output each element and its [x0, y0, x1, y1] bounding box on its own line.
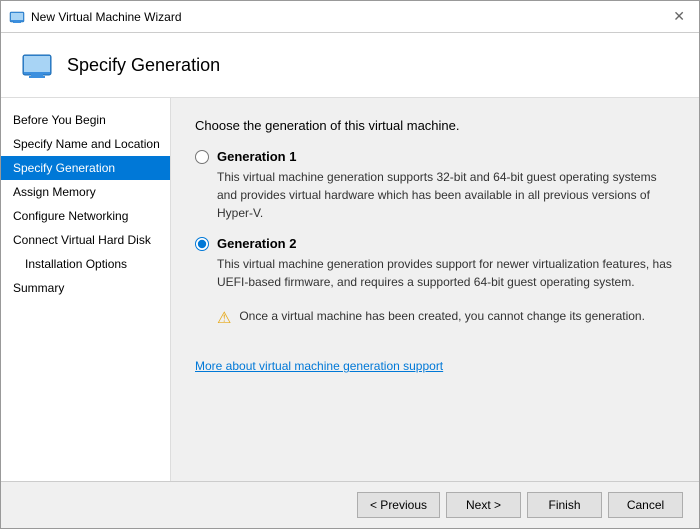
warning-icon: ⚠	[217, 308, 231, 328]
sidebar-item-summary[interactable]: Summary	[1, 276, 170, 300]
link-section: More about virtual machine generation su…	[195, 358, 675, 373]
header-icon	[21, 49, 53, 81]
window-title: New Virtual Machine Wizard	[31, 10, 182, 24]
generation2-radio[interactable]	[195, 237, 209, 251]
sidebar-item-specify-name[interactable]: Specify Name and Location	[1, 132, 170, 156]
wizard-header: Specify Generation	[1, 33, 699, 98]
footer: < Previous Next > Finish Cancel	[1, 481, 699, 528]
previous-button[interactable]: < Previous	[357, 492, 440, 518]
close-button[interactable]: ✕	[667, 6, 691, 27]
more-info-link[interactable]: More about virtual machine generation su…	[195, 359, 443, 373]
cancel-button[interactable]: Cancel	[608, 492, 683, 518]
generation2-label[interactable]: Generation 2	[217, 236, 296, 251]
sidebar: Before You BeginSpecify Name and Locatio…	[1, 98, 171, 481]
window-icon	[9, 9, 25, 25]
title-bar-left: New Virtual Machine Wizard	[9, 9, 182, 25]
sidebar-item-before-you-begin[interactable]: Before You Begin	[1, 108, 170, 132]
main-window: New Virtual Machine Wizard ✕ Specify Gen…	[0, 0, 700, 529]
warning-box: ⚠ Once a virtual machine has been create…	[217, 301, 675, 334]
generation2-option: Generation 2 This virtual machine genera…	[195, 236, 675, 334]
sidebar-item-assign-memory[interactable]: Assign Memory	[1, 180, 170, 204]
generation2-description: This virtual machine generation provides…	[217, 255, 675, 291]
next-button[interactable]: Next >	[446, 492, 521, 518]
content-intro: Choose the generation of this virtual ma…	[195, 118, 675, 133]
generation1-description: This virtual machine generation supports…	[217, 168, 675, 222]
content-area: Choose the generation of this virtual ma…	[171, 98, 699, 481]
sidebar-item-connect-vhd[interactable]: Connect Virtual Hard Disk	[1, 228, 170, 252]
generation1-option: Generation 1 This virtual machine genera…	[195, 149, 675, 222]
generation-radio-group: Generation 1 This virtual machine genera…	[195, 149, 675, 334]
sidebar-item-configure-networking[interactable]: Configure Networking	[1, 204, 170, 228]
wizard-body: Before You BeginSpecify Name and Locatio…	[1, 98, 699, 481]
generation1-label[interactable]: Generation 1	[217, 149, 296, 164]
wizard-title: Specify Generation	[67, 55, 220, 76]
sidebar-item-installation-options[interactable]: Installation Options	[1, 252, 170, 276]
generation1-label-row: Generation 1	[195, 149, 675, 164]
generation2-label-row: Generation 2	[195, 236, 675, 251]
sidebar-item-specify-generation[interactable]: Specify Generation	[1, 156, 170, 180]
finish-button[interactable]: Finish	[527, 492, 602, 518]
title-bar: New Virtual Machine Wizard ✕	[1, 1, 699, 33]
generation1-radio[interactable]	[195, 150, 209, 164]
warning-text: Once a virtual machine has been created,…	[239, 307, 645, 325]
